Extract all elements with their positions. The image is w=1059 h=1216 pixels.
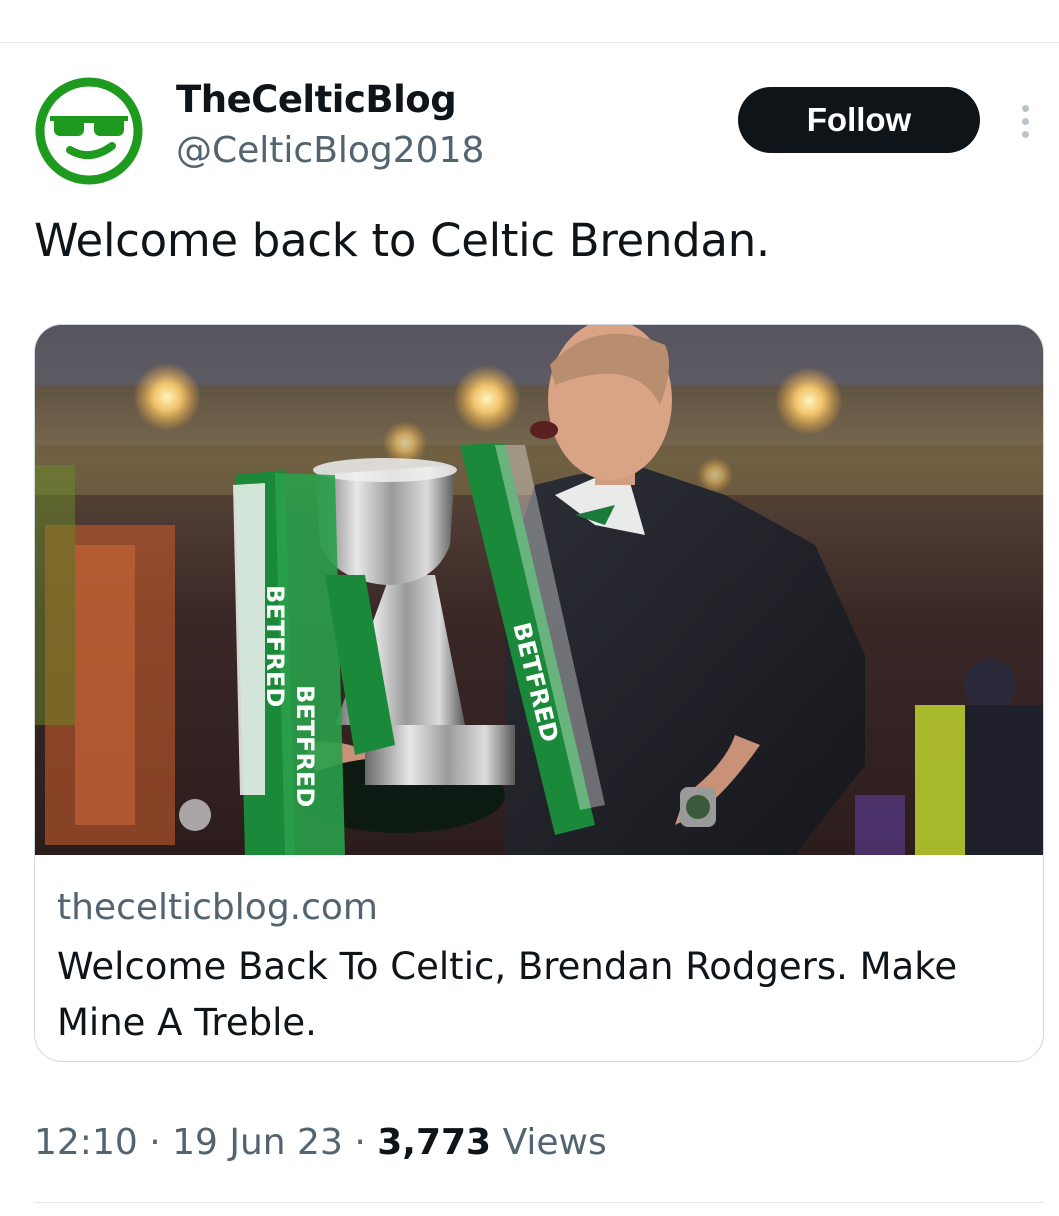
avatar[interactable] [34, 76, 144, 186]
sunglasses-smiley-icon [35, 77, 143, 185]
views-label[interactable]: Views [503, 1122, 607, 1163]
author-name[interactable]: TheCelticBlog [176, 78, 457, 121]
top-divider [0, 42, 1059, 43]
tweet-text: Welcome back to Celtic Brendan. [34, 214, 770, 267]
more-vertical-icon[interactable] [1008, 98, 1042, 144]
card-title: Welcome Back To Celtic, Brendan Rodgers.… [57, 945, 958, 1044]
link-card[interactable]: BETFRED BETFRED BETFRED thecelticblog.co… [34, 324, 1044, 1062]
card-image[interactable]: BETFRED BETFRED BETFRED [35, 325, 1044, 855]
more-dot [1021, 130, 1029, 138]
tweet-meta: 12:10 · 19 Jun 23 · 3,773 Views [34, 1122, 607, 1163]
more-dot [1021, 104, 1029, 112]
meta-separator: · [149, 1122, 161, 1163]
ribbon-text-left-lower: BETFRED [291, 685, 319, 807]
tweet-date[interactable]: 19 Jun 23 [172, 1122, 343, 1163]
card-domain: thecelticblog.com [57, 887, 378, 928]
more-dot [1021, 117, 1029, 125]
follow-button[interactable]: Follow [738, 87, 980, 153]
views-count[interactable]: 3,773 [377, 1122, 491, 1163]
ribbon-text-left: BETFRED [261, 585, 289, 707]
bottom-divider [34, 1202, 1044, 1203]
tweet-time[interactable]: 12:10 [34, 1122, 138, 1163]
author-handle[interactable]: @CelticBlog2018 [176, 130, 484, 171]
meta-separator: · [354, 1122, 366, 1163]
